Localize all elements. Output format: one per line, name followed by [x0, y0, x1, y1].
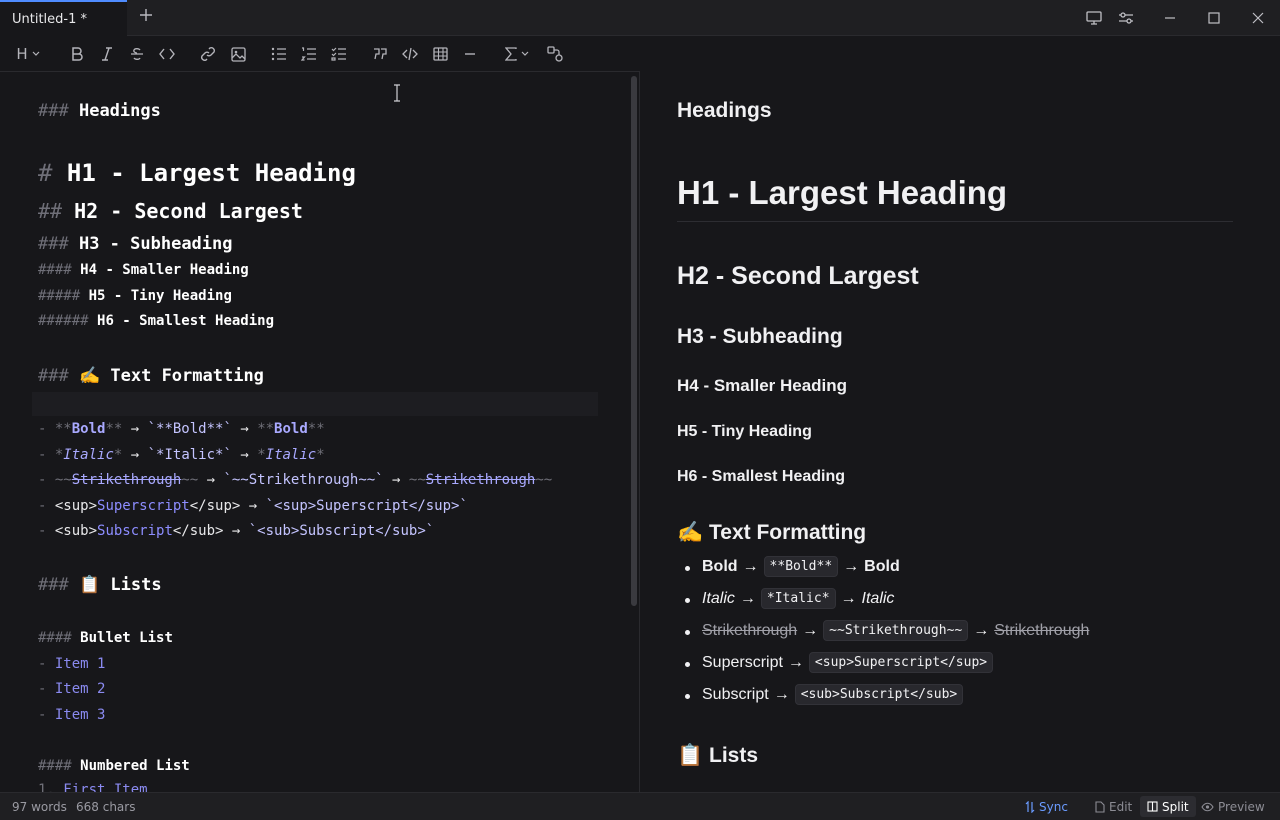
chevron-down-icon	[32, 51, 40, 56]
diagram-icon[interactable]	[545, 44, 565, 64]
editor-line[interactable]: - **Bold** → `**Bold**` → **Bold**	[38, 421, 325, 437]
editor-line[interactable]: ### ✍️ Text Formatting	[38, 366, 264, 386]
editor-line[interactable]: - Item 3	[38, 707, 105, 723]
horizontal-rule-icon[interactable]	[460, 44, 480, 64]
status-bar: 97 words 668 chars Sync Edit Split Previ…	[0, 792, 1280, 820]
preview-h3: H3 - Subheading	[677, 325, 843, 348]
editor-line[interactable]: ### 📋 Lists	[38, 575, 162, 595]
eye-icon	[1201, 802, 1214, 811]
chevron-down-icon	[521, 51, 529, 56]
sync-scroll-button[interactable]: Sync	[1018, 796, 1075, 817]
tab-title: Untitled-1 *	[12, 11, 88, 27]
strikethrough-icon[interactable]	[127, 44, 147, 64]
text-cursor-icon	[394, 84, 400, 102]
edit-mode-button[interactable]: Edit	[1088, 796, 1139, 817]
bold-icon[interactable]	[67, 44, 87, 64]
inline-code-icon[interactable]	[157, 44, 177, 64]
writing-hand-icon: ✍️	[677, 521, 704, 544]
settings-sliders-icon[interactable]	[1117, 9, 1135, 27]
preview-h4: H4 - Smaller Heading	[677, 376, 848, 395]
editor-line[interactable]: 1. First Item	[38, 782, 148, 792]
preview-h5: H5 - Tiny Heading	[677, 423, 812, 440]
image-icon[interactable]	[228, 44, 248, 64]
list-item: Bold → **Bold** → Bold	[702, 556, 900, 577]
editor-line[interactable]: ##### H5 - Tiny Heading	[38, 288, 232, 304]
editor-line[interactable]: - <sup>Superscript</sup> → `<sup>Supersc…	[38, 498, 468, 514]
bullet-list-icon[interactable]	[269, 44, 289, 64]
close-icon[interactable]	[1249, 9, 1267, 27]
preview-h1: H1 - Largest Heading	[677, 174, 1008, 211]
sigma-icon	[505, 47, 517, 61]
monitor-icon[interactable]	[1085, 9, 1103, 27]
editor-line[interactable]: #### Bullet List	[38, 630, 173, 646]
math-dropdown-button[interactable]	[503, 44, 531, 64]
italic-icon[interactable]	[97, 44, 117, 64]
sync-arrows-icon	[1025, 800, 1035, 813]
split-mode-button[interactable]: Split	[1140, 796, 1196, 817]
editor-line[interactable]: - Item 2	[38, 681, 105, 697]
markdown-preview: Headings H1 - Largest Heading H2 - Secon…	[641, 36, 1280, 792]
preview-heading-lists: 📋 Lists	[677, 744, 759, 767]
document-icon	[1095, 800, 1105, 813]
editor-line[interactable]: ###### H6 - Smallest Heading	[38, 313, 274, 329]
clipboard-icon: 📋	[677, 744, 704, 767]
editor-line[interactable]: ### H3 - Subheading	[38, 234, 233, 254]
editor-scrollbar[interactable]	[631, 76, 637, 606]
table-icon[interactable]	[430, 44, 450, 64]
h1-divider	[677, 221, 1233, 222]
tab-untitled-1[interactable]: Untitled-1 *	[0, 0, 127, 36]
list-item: Strikethrough → ~~Strikethrough~~ → Striketh…	[702, 620, 1089, 641]
preview-h6: H6 - Smallest Heading	[677, 468, 846, 485]
bullet-marker	[685, 566, 690, 571]
formatting-toolbar: H	[0, 36, 640, 72]
editor-line[interactable]: - Item 1	[38, 656, 105, 672]
editor-line[interactable]: #### Numbered List	[38, 758, 190, 774]
writing-hand-icon: ✍️	[78, 366, 101, 386]
title-bar: Untitled-1 *	[0, 0, 1280, 36]
preview-mode-button[interactable]: Preview	[1194, 796, 1272, 817]
bullet-marker	[685, 630, 690, 635]
blockquote-icon[interactable]	[370, 44, 390, 64]
maximize-icon[interactable]	[1205, 9, 1223, 27]
bullet-marker	[685, 598, 690, 603]
split-view-icon	[1147, 801, 1158, 812]
clipboard-icon: 📋	[78, 575, 101, 595]
list-item: Subscript → <sub>Subscript</sub>	[702, 684, 964, 705]
numbered-list-icon[interactable]	[299, 44, 319, 64]
list-item: Superscript → <sup>Superscript</sup>	[702, 652, 994, 673]
active-line-highlight	[32, 392, 598, 416]
new-tab-plus-icon[interactable]	[137, 8, 155, 26]
editor-line[interactable]: - *Italic* → `*Italic*` → *Italic*	[38, 447, 325, 463]
task-list-icon[interactable]	[329, 44, 349, 64]
preview-heading-headings: Headings	[677, 99, 772, 122]
heading-dropdown-button[interactable]: H	[12, 44, 44, 64]
preview-heading-text-formatting: ✍️ Text Formatting	[677, 521, 867, 544]
editor-line[interactable]: ## H2 - Second Largest	[38, 199, 303, 223]
heading-label: H	[16, 45, 28, 63]
preview-h2: H2 - Second Largest	[677, 262, 919, 290]
editor-line[interactable]: - ~~Strikethrough~~ → `~~Strikethrough~~…	[38, 472, 552, 488]
bullet-marker	[685, 694, 690, 699]
bullet-marker	[685, 662, 690, 667]
minimize-icon[interactable]	[1161, 9, 1179, 27]
char-count: 668 chars	[76, 800, 136, 814]
list-item: Italic → *Italic* → Italic	[702, 588, 894, 609]
editor-line[interactable]: - <sub>Subscript</sub> → `<sub>Subscript…	[38, 523, 434, 539]
editor-line[interactable]: # H1 - Largest Heading	[38, 159, 356, 187]
markdown-editor[interactable]: ### Headings # H1 - Largest Heading ## H…	[0, 72, 640, 792]
code-block-icon[interactable]	[400, 44, 420, 64]
editor-line[interactable]: #### H4 - Smaller Heading	[38, 262, 249, 278]
link-icon[interactable]	[198, 44, 218, 64]
word-count: 97 words	[12, 800, 67, 814]
editor-line[interactable]: ### Headings	[38, 101, 161, 121]
